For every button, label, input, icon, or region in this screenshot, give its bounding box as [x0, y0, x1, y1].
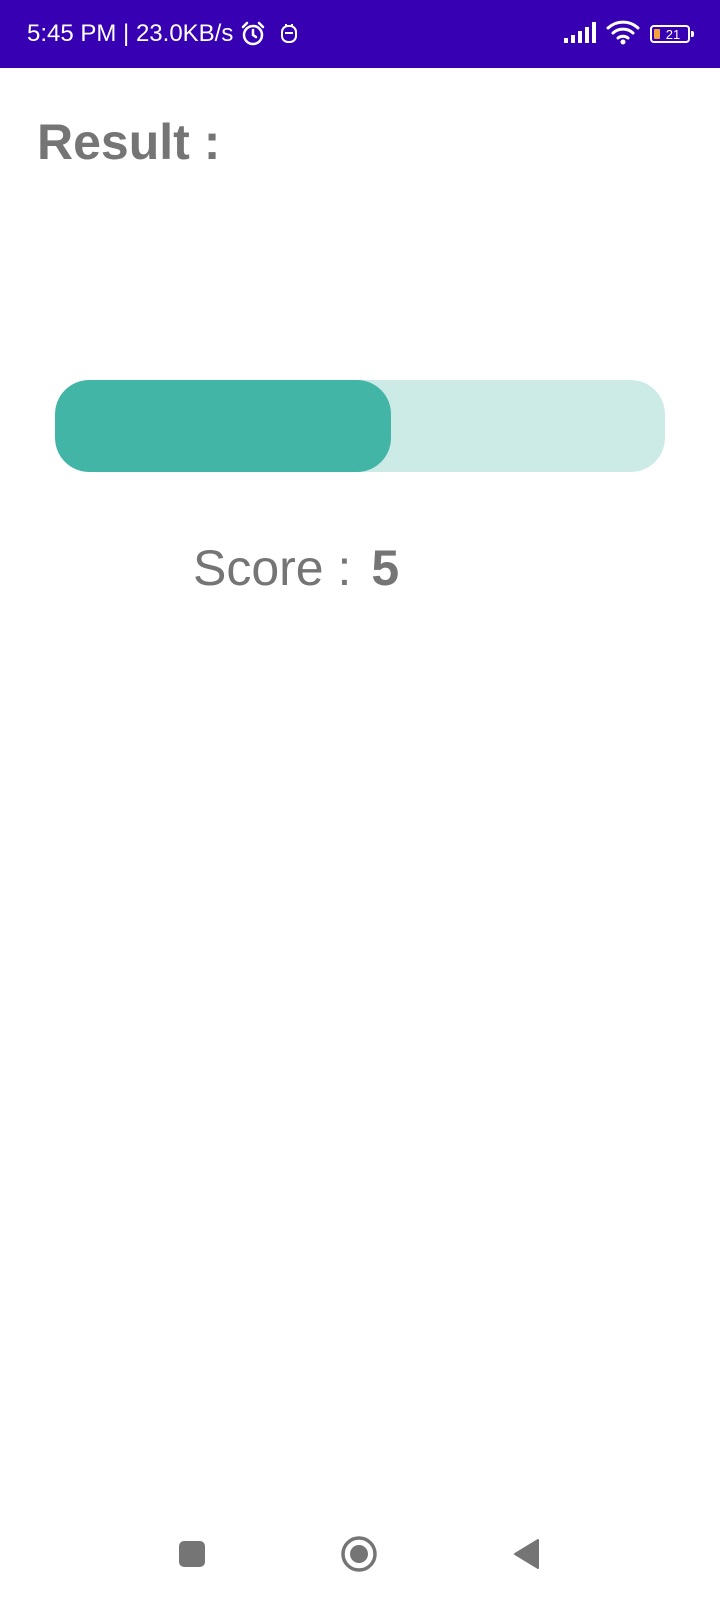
score-value: 5 — [371, 540, 400, 596]
score-label: Score : — [193, 540, 352, 596]
battery-icon: 21 — [650, 25, 694, 43]
battery-level: 21 — [665, 26, 681, 42]
battery-tip — [691, 31, 694, 37]
home-circle-icon — [339, 1534, 379, 1579]
status-right: 21 — [564, 0, 694, 68]
signal-icon — [564, 21, 596, 48]
back-button[interactable] — [503, 1532, 551, 1580]
recents-square-icon — [178, 1540, 206, 1573]
result-title: Result : — [37, 114, 221, 170]
recents-button[interactable] — [168, 1532, 216, 1580]
alarm-icon — [239, 20, 267, 48]
wifi-icon — [606, 19, 640, 50]
screen: 5:45 PM | 23.0KB/s 21 Result: Score: 5 — [0, 0, 720, 1600]
notification-icon — [279, 22, 299, 46]
status-left: 5:45 PM | 23.0KB/s — [27, 0, 299, 68]
status-time-speed: 5:45 PM | 23.0KB/s — [27, 20, 234, 47]
battery-fill — [654, 29, 660, 39]
status-bar: 5:45 PM | 23.0KB/s 21 — [0, 0, 720, 68]
back-triangle-icon — [512, 1538, 542, 1575]
score-progress-bar — [55, 380, 665, 472]
score-line: Score : 5 — [193, 538, 399, 598]
navigation-bar — [0, 1510, 720, 1600]
home-button[interactable] — [335, 1532, 383, 1580]
progress-fill — [55, 380, 391, 472]
